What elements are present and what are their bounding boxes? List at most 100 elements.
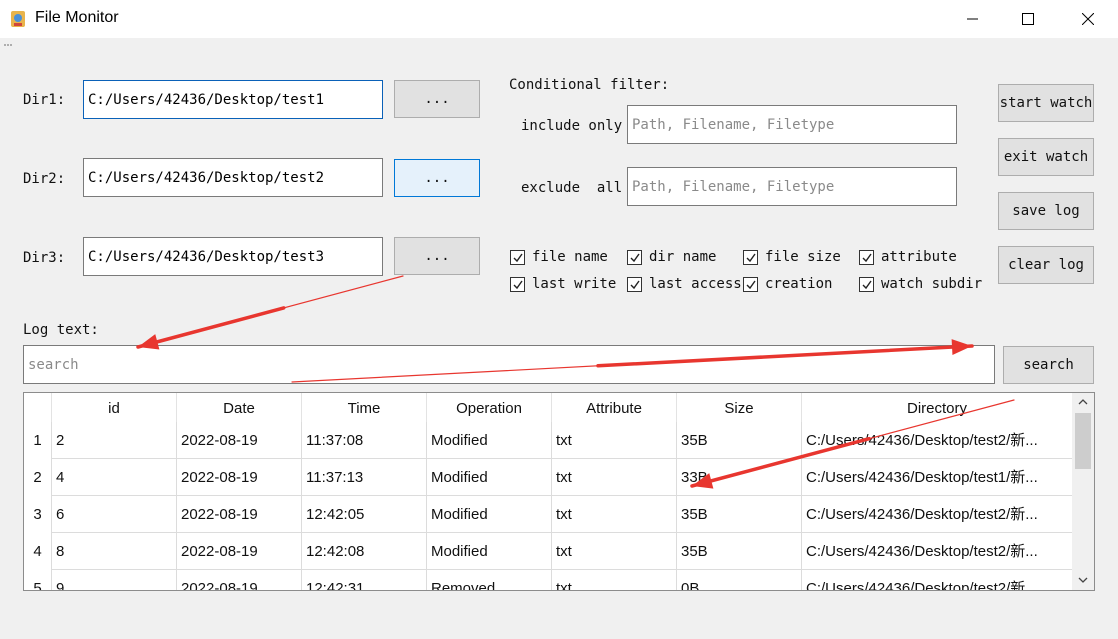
checkbox-attribute[interactable]: attribute	[859, 249, 957, 265]
table-cell-attribute[interactable]: txt	[552, 459, 677, 496]
table-cell-size[interactable]: 33B	[677, 459, 802, 496]
checkbox-last-write[interactable]: last write	[510, 276, 616, 292]
table-cell-attribute[interactable]: txt	[552, 496, 677, 533]
scroll-up-button[interactable]	[1072, 393, 1094, 411]
save-log-button[interactable]: save log	[998, 192, 1094, 230]
table-cell-attribute[interactable]: txt	[552, 422, 677, 459]
table-cell-id[interactable]: 6	[52, 496, 177, 533]
table-cell-size[interactable]: 35B	[677, 496, 802, 533]
row-number[interactable]: 5	[24, 570, 52, 590]
arrow-to-search-thin	[137, 275, 404, 348]
table-row[interactable]: 5 9 2022-08-19 12:42:31 Removed txt 0B C:/Users…	[24, 570, 1073, 590]
table-cell-date[interactable]: 2022-08-19	[177, 570, 302, 590]
table-cell-directory[interactable]: C:/Users/42436/Desktop/test2/新...	[802, 422, 1073, 459]
table-cell-size[interactable]: 35B	[677, 533, 802, 570]
table-cell-operation[interactable]: Removed	[427, 570, 552, 590]
check-icon	[746, 253, 756, 262]
table-cell-directory[interactable]: C:/Users/42436/Desktop/test2/新...	[802, 570, 1073, 590]
table-cell-attribute[interactable]: txt	[552, 533, 677, 570]
table-cell-date[interactable]: 2022-08-19	[177, 459, 302, 496]
dir3-browse-button[interactable]: ...	[394, 237, 480, 275]
table-cell-time[interactable]: 12:42:31	[302, 570, 427, 590]
checkbox-dir-name[interactable]: dir name	[627, 249, 716, 265]
table-cell-time[interactable]: 12:42:05	[302, 496, 427, 533]
table-cell-operation[interactable]: Modified	[427, 496, 552, 533]
checkbox-box[interactable]	[859, 276, 874, 292]
checkbox-file-size[interactable]: file size	[743, 249, 841, 265]
table-cell-id[interactable]: 4	[52, 459, 177, 496]
table-cell-size[interactable]: 35B	[677, 422, 802, 459]
row-number[interactable]: 1	[24, 422, 52, 459]
table-cell-directory[interactable]: C:/Users/42436/Desktop/test2/新...	[802, 496, 1073, 533]
check-icon	[513, 280, 523, 289]
checkbox-box[interactable]	[627, 249, 642, 265]
close-button[interactable]	[1065, 0, 1111, 38]
checkbox-last-access[interactable]: last access	[627, 276, 742, 292]
table-cell-time[interactable]: 11:37:13	[302, 459, 427, 496]
checkbox-box[interactable]	[627, 276, 642, 292]
table-cell-time[interactable]: 12:42:08	[302, 533, 427, 570]
checkbox-box[interactable]	[510, 249, 525, 265]
clear-log-button[interactable]: clear log	[998, 246, 1094, 284]
row-number[interactable]: 3	[24, 496, 52, 533]
minimize-button[interactable]	[950, 0, 996, 38]
log-text-label: Log text:	[23, 322, 99, 338]
vertical-scrollbar[interactable]	[1072, 393, 1094, 590]
table-row[interactable]: 3 6 2022-08-19 12:42:05 Modified txt 35B C:/Use…	[24, 496, 1073, 533]
table-cell-date[interactable]: 2022-08-19	[177, 533, 302, 570]
table-cell-operation[interactable]: Modified	[427, 533, 552, 570]
log-search-input[interactable]	[23, 345, 995, 384]
table-cell-directory[interactable]: C:/Users/42436/Desktop/test2/新...	[802, 533, 1073, 570]
checkbox-box[interactable]	[859, 249, 874, 265]
chevron-up-icon	[1078, 399, 1088, 405]
table-cell-operation[interactable]: Modified	[427, 459, 552, 496]
start-watch-button[interactable]: start watch	[998, 84, 1094, 122]
dir1-input[interactable]	[83, 80, 383, 119]
table-cell-operation[interactable]: Modified	[427, 422, 552, 459]
table-cell-size[interactable]: 0B	[677, 570, 802, 590]
table-cell-date[interactable]: 2022-08-19	[177, 422, 302, 459]
table-cell-id[interactable]: 2	[52, 422, 177, 459]
check-icon	[862, 280, 872, 289]
maximize-button[interactable]	[1005, 0, 1051, 38]
checkbox-watch-subdir[interactable]: watch subdir	[859, 276, 982, 292]
table-cell-id[interactable]: 9	[52, 570, 177, 590]
dir1-browse-button[interactable]: ...	[394, 80, 480, 118]
checkbox-label: watch subdir	[881, 276, 983, 292]
checkbox-box[interactable]	[743, 249, 758, 265]
include-only-label: include only	[521, 118, 623, 134]
scrollbar-thumb[interactable]	[1075, 413, 1091, 469]
dir2-label: Dir2:	[23, 171, 66, 187]
exclude-all-input[interactable]	[627, 167, 957, 206]
scroll-down-button[interactable]	[1072, 571, 1094, 589]
dir3-label: Dir3:	[23, 250, 66, 266]
table-cell-directory[interactable]: C:/Users/42436/Desktop/test1/新...	[802, 459, 1073, 496]
checkbox-label: dir name	[649, 249, 717, 265]
window-title: File Monitor	[35, 9, 119, 26]
dir2-input[interactable]	[83, 158, 383, 197]
dir2-browse-button[interactable]: ...	[394, 159, 480, 197]
checkbox-file-name[interactable]: file name	[510, 249, 608, 265]
include-only-input[interactable]	[627, 105, 957, 144]
log-search-button[interactable]: search	[1003, 346, 1094, 384]
table-cell-id[interactable]: 8	[52, 533, 177, 570]
exclude-all-label: exclude all	[521, 180, 623, 196]
table-cell-date[interactable]: 2022-08-19	[177, 496, 302, 533]
log-table[interactable]: id Date Time Operation Attribute Size Director…	[23, 392, 1095, 591]
table-row[interactable]: 1 2 2022-08-19 11:37:08 Modified txt 35B C:/Use…	[24, 422, 1073, 459]
table-row[interactable]: 2 4 2022-08-19 11:37:13 Modified txt 33B C:/Use…	[24, 459, 1073, 496]
check-icon	[630, 280, 640, 289]
checkbox-box[interactable]	[743, 276, 758, 292]
checkbox-label: last access	[649, 276, 742, 292]
table-cell-attribute[interactable]: txt	[552, 570, 677, 590]
maximize-icon	[1022, 13, 1034, 25]
table-cell-time[interactable]: 11:37:08	[302, 422, 427, 459]
dir3-input[interactable]	[83, 237, 383, 276]
checkbox-box[interactable]	[510, 276, 525, 292]
checkbox-creation[interactable]: creation	[743, 276, 832, 292]
row-number[interactable]: 4	[24, 533, 52, 570]
exit-watch-button[interactable]: exit watch	[998, 138, 1094, 176]
check-icon	[630, 253, 640, 262]
table-row[interactable]: 4 8 2022-08-19 12:42:08 Modified txt 35B C:/Use…	[24, 533, 1073, 570]
row-number[interactable]: 2	[24, 459, 52, 496]
